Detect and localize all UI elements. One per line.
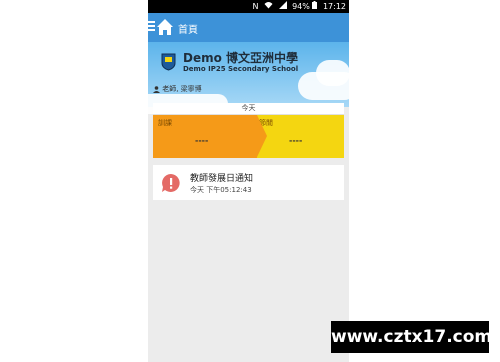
day-label: 今天: [153, 103, 344, 115]
school-name-en: Demo IP25 Secondary School: [183, 65, 299, 73]
home-icon[interactable]: [156, 18, 174, 36]
teacher-info: 老師, 梁寧博: [153, 84, 202, 94]
page-title: 首頁: [178, 25, 198, 36]
watermark: www.cztx17.com: [331, 321, 492, 353]
notification-time: 今天 下午05:12:43: [190, 186, 252, 194]
user-icon: [153, 85, 160, 93]
period-arrow: [257, 115, 267, 157]
teacher-name: 老師, 梁寧博: [162, 85, 202, 93]
school-name: Demo 博文亞洲中學: [183, 51, 299, 65]
current-period-label: 訓課: [158, 119, 172, 127]
alert-bubble-icon: [162, 174, 180, 192]
school-header: Demo 博文亞洲中學 Demo IP25 Secondary School 老…: [148, 42, 349, 114]
school-logo-icon: [161, 53, 176, 71]
menu-icon[interactable]: [148, 21, 155, 33]
nfc-icon: N: [252, 2, 259, 11]
schedule-card[interactable]: 今天 訓課 ---- 節閒 ----: [153, 103, 344, 158]
battery-percent: 94%: [292, 2, 310, 11]
status-bar: N 94% 17:12: [148, 0, 349, 13]
battery-icon: [312, 1, 318, 11]
current-period-value: ----: [195, 136, 209, 145]
notification-title: 教師發展日通知: [190, 174, 254, 184]
cloud-decoration: [316, 60, 349, 86]
notification-item[interactable]: 教師發展日通知 今天 下午05:12:43: [153, 165, 344, 200]
next-period-value: ----: [289, 136, 303, 145]
current-period[interactable]: 訓課 ----: [153, 115, 257, 158]
app-bar: 首頁: [148, 13, 349, 42]
clock: 17:12: [322, 2, 346, 11]
signal-icon: [278, 1, 287, 11]
wifi-icon: [264, 1, 273, 11]
next-period[interactable]: 節閒 ----: [257, 115, 344, 158]
phone-screen: N 94% 17:12 首頁 Demo 博文亞洲中學 Demo IP25 Sec…: [148, 0, 349, 362]
